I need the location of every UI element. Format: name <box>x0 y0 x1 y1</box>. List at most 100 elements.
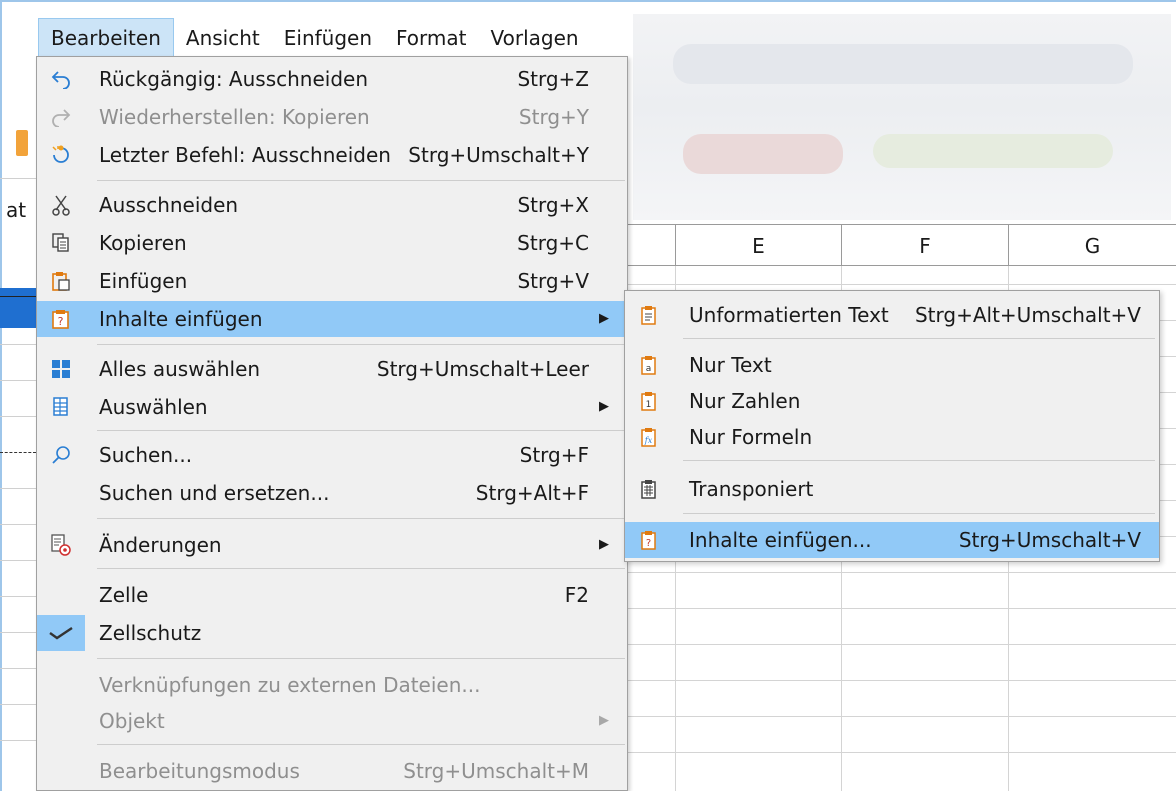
menu-item-object[interactable]: Objekt ▶ <box>37 703 627 739</box>
menu-item-cell[interactable]: Zelle F2 <box>37 577 627 613</box>
copy-icon <box>37 225 85 261</box>
row-line <box>0 704 36 705</box>
menu-item-paste-special[interactable]: ? Inhalte einfügen ▶ <box>37 301 627 337</box>
paste-special-submenu: Unformatierten Text Strg+Alt+Umschalt+V … <box>624 290 1160 562</box>
column-header-d[interactable] <box>628 224 676 266</box>
scissors-icon <box>37 187 85 223</box>
submenu-item-paste-special-dialog[interactable]: ? Inhalte einfügen... Strg+Umschalt+V <box>625 522 1159 558</box>
checkmark-icon <box>37 615 85 651</box>
sheet-left-edge: at <box>0 60 36 791</box>
menu-item-label: Suchen... <box>99 443 193 467</box>
svg-text:1: 1 <box>646 400 652 410</box>
menu-item-redo[interactable]: Wiederherstellen: Kopieren Strg+Y <box>37 99 627 135</box>
row-line <box>0 632 36 633</box>
row-line <box>0 596 36 597</box>
submenu-item-unformatted-text[interactable]: Unformatierten Text Strg+Alt+Umschalt+V <box>625 297 1159 333</box>
row-line <box>628 608 1176 609</box>
separator <box>97 180 625 181</box>
column-header-g[interactable]: G <box>1009 224 1176 266</box>
separator <box>97 344 625 345</box>
menu-item-label: Änderungen <box>99 533 222 557</box>
menu-item-label: Ausschneiden <box>99 193 239 217</box>
menubar: Bearbeiten Ansicht Einfügen Format Vorla… <box>38 18 591 58</box>
formulas-only-icon: fx <box>625 419 673 455</box>
window-top-border <box>0 0 1176 2</box>
row-line <box>0 488 36 489</box>
menu-item-label: Inhalte einfügen <box>99 307 263 331</box>
menu-item-cell-protection[interactable]: Zellschutz <box>37 615 627 651</box>
separator <box>97 568 625 569</box>
menu-item-select-all[interactable]: Alles auswählen Strg+Umschalt+Leer <box>37 351 627 387</box>
menu-item-undo[interactable]: Rückgängig: Ausschneiden Strg+Z <box>37 61 627 97</box>
submenu-item-label: Nur Zahlen <box>689 389 801 413</box>
row-line <box>0 452 36 454</box>
menu-item-label: Zellschutz <box>99 621 202 645</box>
menu-item-external-links[interactable]: Verknüpfungen zu externen Dateien... <box>37 667 627 703</box>
divider <box>0 296 36 297</box>
submenu-item-label: Nur Formeln <box>689 425 813 449</box>
shortcut-text: F2 <box>564 583 589 607</box>
shortcut-text: Strg+F <box>519 443 589 467</box>
shortcut-text: Strg+Z <box>517 67 589 91</box>
menu-item-label: Wiederherstellen: Kopieren <box>99 105 370 129</box>
shortcut-text: Strg+X <box>517 193 589 217</box>
menu-item-cut[interactable]: Ausschneiden Strg+X <box>37 187 627 223</box>
svg-text:fx: fx <box>644 436 653 445</box>
row-line <box>628 752 1176 753</box>
submenu-arrow-icon: ▶ <box>599 399 609 414</box>
submenu-item-text-only[interactable]: a Nur Text <box>625 347 1159 383</box>
menu-item-find[interactable]: Suchen... Strg+F <box>37 437 627 473</box>
menu-item-label: Letzter Befehl: Ausschneiden <box>99 143 391 167</box>
row-line <box>0 380 36 381</box>
menu-item-select[interactable]: Auswählen ▶ <box>37 389 627 425</box>
svg-text:?: ? <box>58 315 64 328</box>
paste-icon <box>37 263 85 299</box>
column-header-f[interactable]: F <box>842 224 1009 266</box>
submenu-item-label: Inhalte einfügen... <box>689 528 872 552</box>
menu-item-edit-mode[interactable]: Bearbeitungsmodus Strg+Umschalt+M <box>37 753 627 789</box>
blurred-block <box>873 134 1113 168</box>
row-line <box>628 680 1176 681</box>
separator <box>683 460 1155 461</box>
separator <box>97 658 625 659</box>
select-all-icon <box>37 351 85 387</box>
separator <box>683 513 1155 514</box>
menu-vorlagen[interactable]: Vorlagen <box>479 18 591 58</box>
menu-bearbeiten[interactable]: Bearbeiten <box>38 18 174 58</box>
paste-special-icon: ? <box>37 301 85 337</box>
menu-ansicht[interactable]: Ansicht <box>174 18 272 58</box>
shortcut-text: Strg+Alt+F <box>475 481 589 505</box>
submenu-item-numbers-only[interactable]: 1 Nur Zahlen <box>625 383 1159 419</box>
menu-einfuegen[interactable]: Einfügen <box>272 18 384 58</box>
divider <box>0 178 36 179</box>
submenu-item-transposed[interactable]: Transponiert <box>625 471 1159 507</box>
svg-text:?: ? <box>646 538 651 549</box>
menu-item-changes[interactable]: Änderungen ▶ <box>37 527 627 563</box>
menu-item-copy[interactable]: Kopieren Strg+C <box>37 225 627 261</box>
shortcut-text: Strg+Umschalt+V <box>958 528 1141 552</box>
redo-icon <box>37 99 85 135</box>
text-only-icon: a <box>625 347 673 383</box>
row-line <box>0 344 36 345</box>
row-line <box>628 644 1176 645</box>
search-icon <box>37 437 85 473</box>
separator <box>97 518 625 519</box>
separator <box>97 430 625 431</box>
submenu-arrow-icon: ▶ <box>599 311 609 326</box>
menu-item-label: Rückgängig: Ausschneiden <box>99 67 369 91</box>
shortcut-text: Strg+Alt+Umschalt+V <box>914 303 1141 327</box>
menu-format[interactable]: Format <box>384 18 478 58</box>
row-line <box>628 284 1176 285</box>
menu-item-paste[interactable]: Einfügen Strg+V <box>37 263 627 299</box>
submenu-item-label: Nur Text <box>689 353 772 377</box>
submenu-item-formulas-only[interactable]: fx Nur Formeln <box>625 419 1159 455</box>
column-header-e[interactable]: E <box>676 224 842 266</box>
row-line <box>0 416 36 417</box>
row-line <box>0 668 36 669</box>
name-box-highlight <box>0 288 36 328</box>
menu-item-find-replace[interactable]: Suchen und ersetzen... Strg+Alt+F <box>37 475 627 511</box>
truncated-label: at <box>6 198 27 222</box>
menu-item-repeat[interactable]: Letzter Befehl: Ausschneiden Strg+Umscha… <box>37 137 627 173</box>
submenu-item-label: Unformatierten Text <box>689 303 889 327</box>
menu-item-label: Suchen und ersetzen... <box>99 481 330 505</box>
